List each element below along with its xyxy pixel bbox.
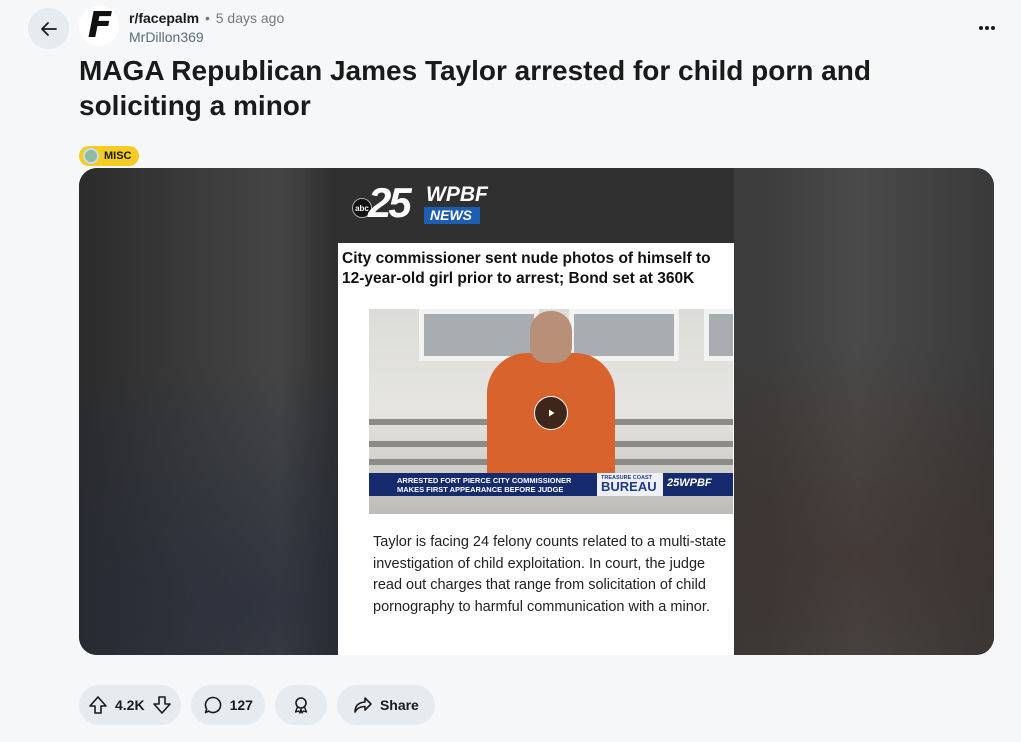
subreddit-link[interactable]: r/facepalm [129, 10, 199, 26]
video-thumbnail[interactable]: ARRESTED FORT PIERCE CITY COMMISSIONER M… [369, 309, 733, 514]
more-options-button[interactable] [973, 14, 1001, 42]
lower-third-banner: ARRESTED FORT PIERCE CITY COMMISSIONER M… [369, 473, 733, 496]
post-meta: r/facepalm • 5 days ago MrDillon369 [129, 9, 284, 46]
vote-score: 4.2K [115, 697, 145, 713]
post-time: 5 days ago [215, 10, 285, 26]
courtroom-window [704, 309, 733, 361]
bureau-big: BUREAU [601, 479, 657, 494]
author-link[interactable]: MrDillon369 [129, 28, 284, 46]
lower-third-line2: MAKES FIRST APPEARANCE BEFORE JUDGE [397, 485, 564, 494]
share-icon [354, 697, 372, 713]
post-flair[interactable]: MISC [79, 146, 139, 166]
station-logo-small: 25WPBF [667, 477, 712, 489]
vote-control: 4.2K [79, 685, 181, 725]
flair-icon [83, 148, 99, 164]
play-button[interactable] [534, 396, 568, 430]
lower-third-text: ARRESTED FORT PIERCE CITY COMMISSIONER M… [369, 473, 597, 496]
news-label: NEWS [424, 207, 480, 224]
post-title: MAGA Republican James Taylor arrested fo… [79, 55, 871, 121]
news-screenshot: abc 25 WPBF NEWS City commissioner sent … [338, 168, 734, 655]
post-media[interactable]: abc 25 WPBF NEWS City commissioner sent … [79, 168, 994, 655]
bureau-tag: TREASURE COAST BUREAU [597, 473, 663, 496]
lower-third-line1: ARRESTED FORT PIERCE CITY COMMISSIONER [397, 476, 572, 485]
flair-label: MISC [104, 150, 132, 162]
downvote-icon[interactable] [151, 694, 173, 716]
meta-separator: • [204, 10, 210, 26]
post-actions: 4.2K 127 Share [79, 685, 435, 725]
news-headline: City commissioner sent nude photos of hi… [342, 250, 711, 287]
news-logo-bar: abc 25 WPBF NEWS [338, 168, 734, 243]
back-button[interactable] [28, 8, 69, 49]
share-label: Share [379, 697, 419, 713]
more-options-icon [979, 26, 995, 30]
play-icon [549, 409, 555, 417]
upvote-icon[interactable] [87, 694, 109, 716]
news-body: Taylor is facing 24 felony counts relate… [373, 534, 727, 615]
award-icon [294, 697, 308, 714]
share-button[interactable]: Share [336, 685, 435, 725]
award-button[interactable] [274, 685, 327, 725]
comments-count: 127 [229, 697, 253, 713]
person-head [530, 311, 572, 363]
avatar-glyph: F [87, 6, 113, 46]
courtroom-window [569, 309, 679, 361]
back-arrow-icon [40, 21, 57, 36]
station-number: 25 [368, 179, 412, 226]
comments-button[interactable]: 127 [190, 685, 265, 725]
station-name: WPBF [426, 183, 488, 206]
subreddit-avatar[interactable]: F [79, 6, 119, 46]
comment-icon [204, 696, 221, 714]
